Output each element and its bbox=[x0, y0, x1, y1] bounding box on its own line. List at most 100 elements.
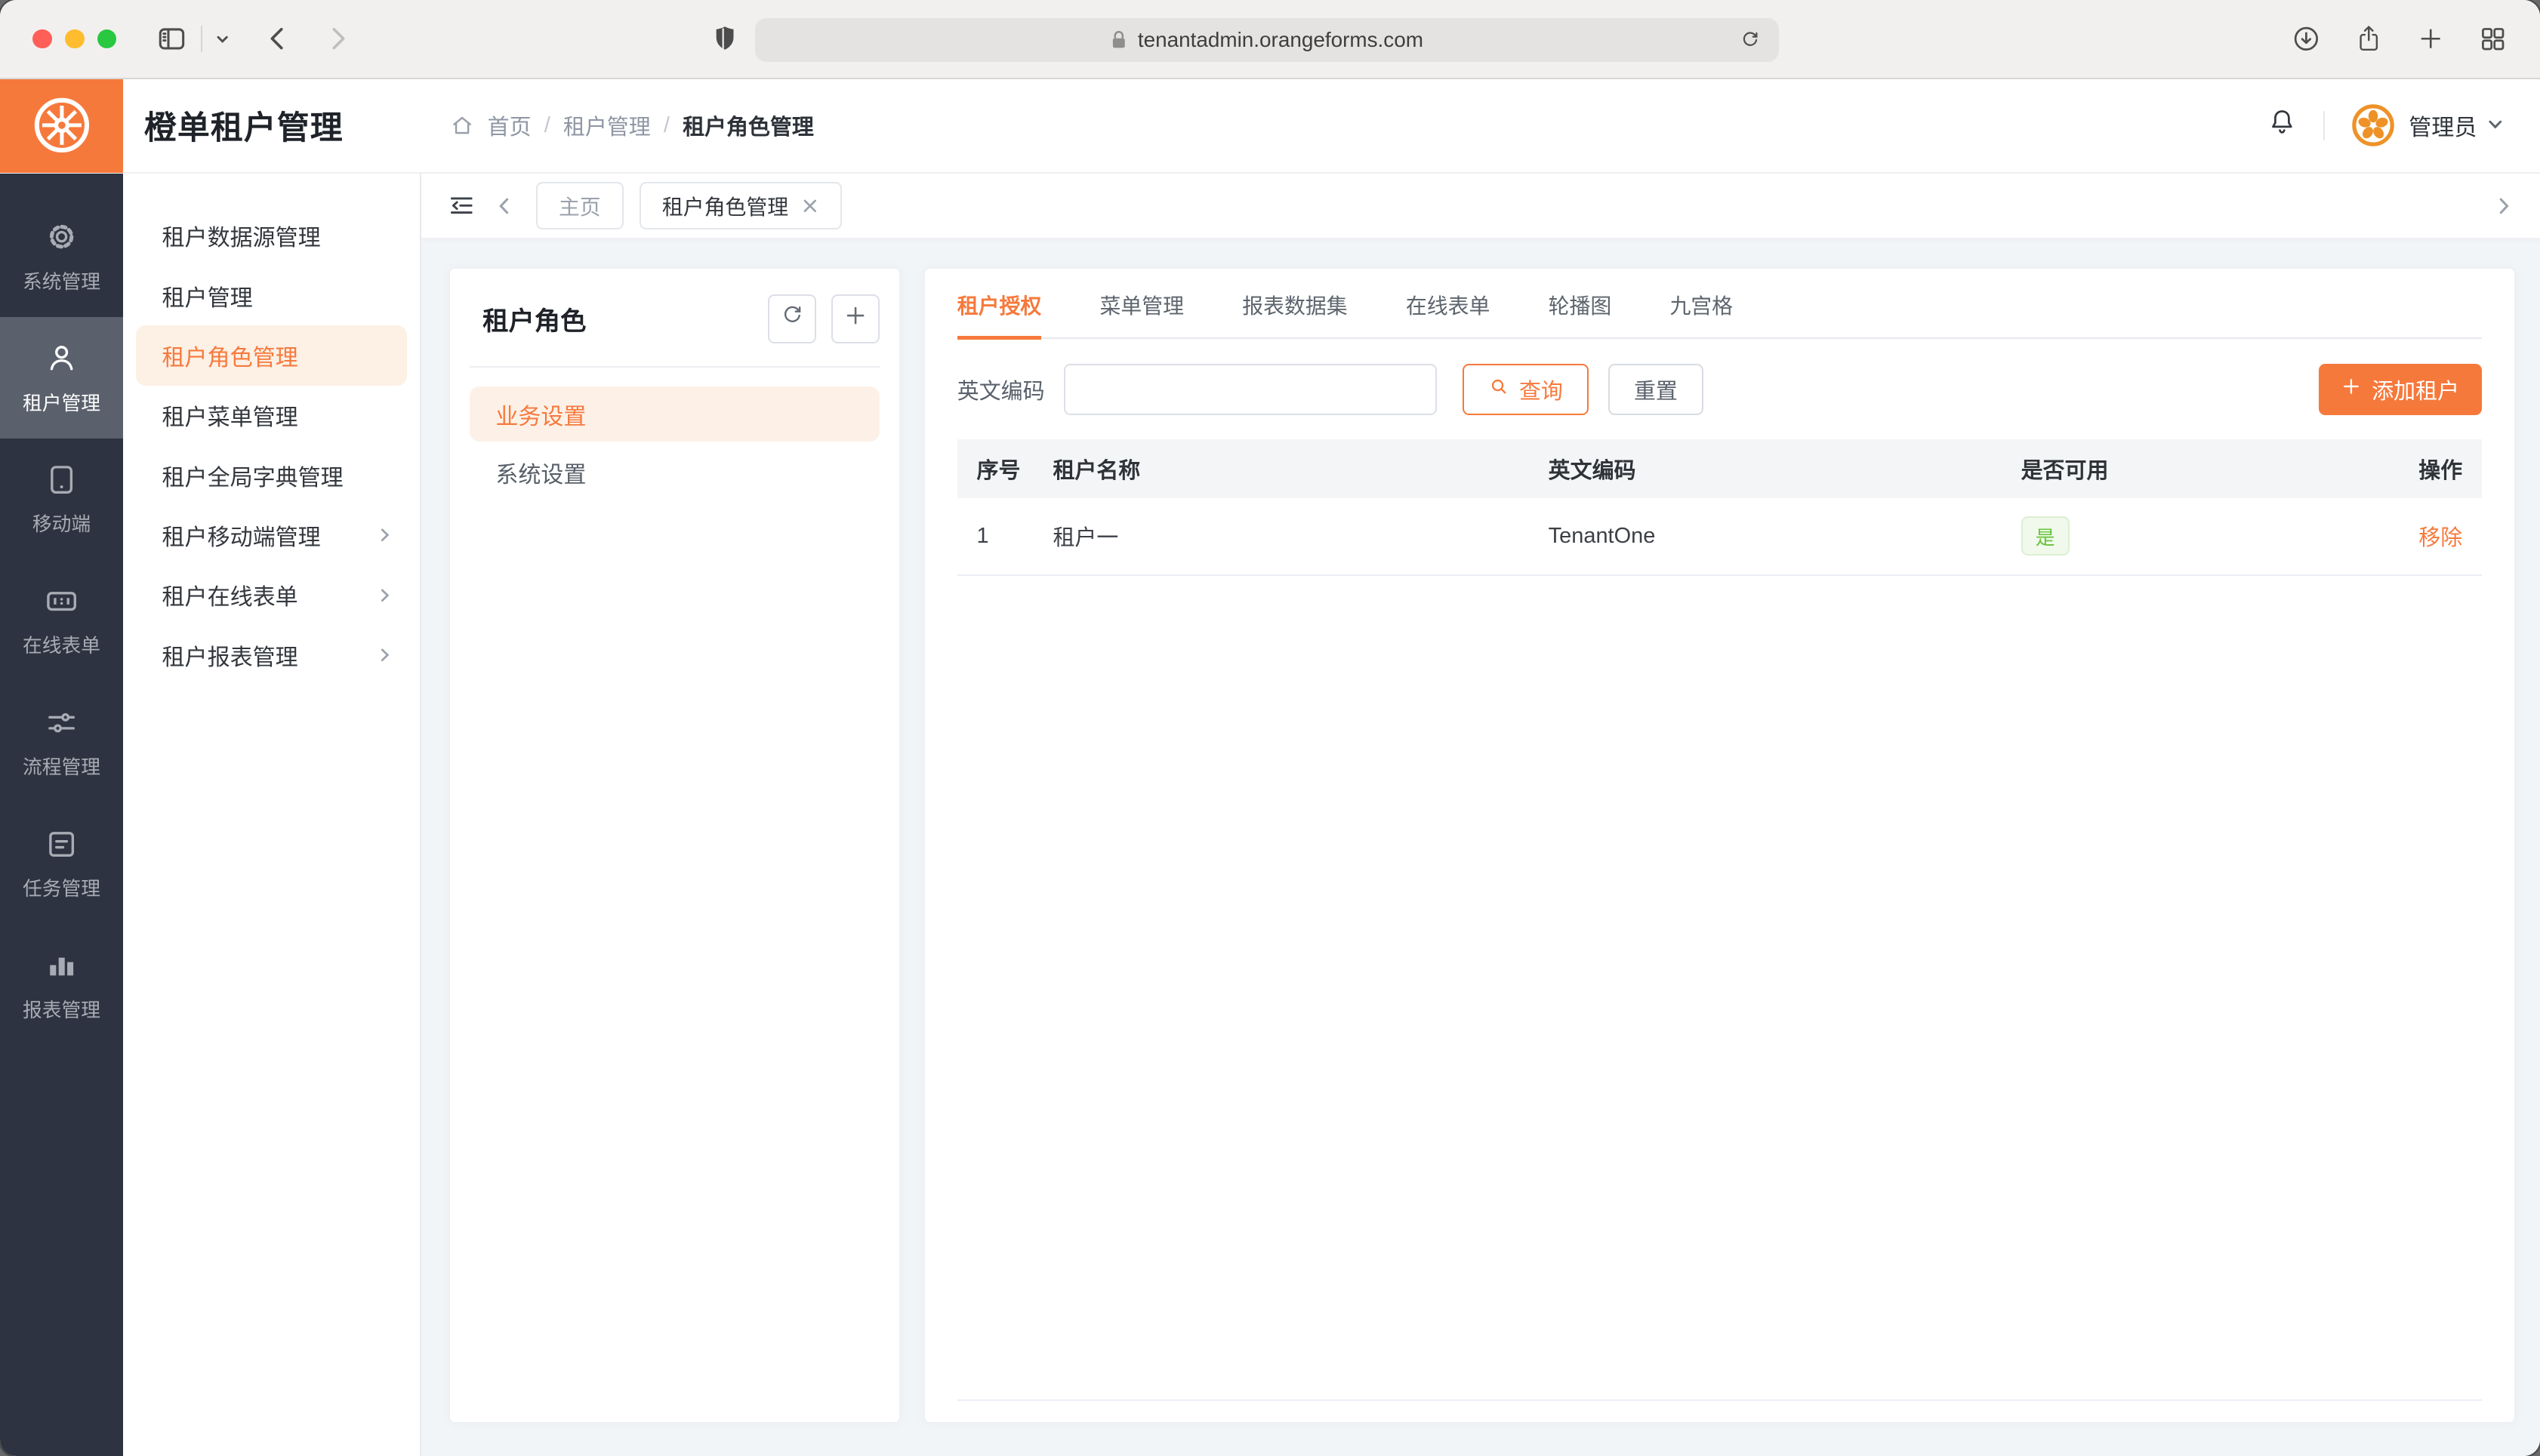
refresh-button[interactable] bbox=[768, 294, 816, 343]
orange-wheel-icon bbox=[29, 93, 94, 158]
avatar[interactable] bbox=[2350, 103, 2396, 148]
menu-item-tenant-menu[interactable]: 租户菜单管理 bbox=[123, 386, 420, 445]
sidebar-item-online-form[interactable]: 在线表单 bbox=[0, 560, 123, 682]
search-toolbar: 英文编码 查询 重置 bbox=[957, 364, 2482, 416]
table-empty-space bbox=[957, 576, 2482, 1399]
tab-grid-nine[interactable]: 九宫格 bbox=[1669, 290, 1733, 338]
sidebar-item-workflow[interactable]: 流程管理 bbox=[0, 682, 123, 803]
tab-carousel[interactable]: 轮播图 bbox=[1549, 290, 1612, 338]
reload-icon[interactable] bbox=[1740, 29, 1761, 51]
remove-link[interactable]: 移除 bbox=[2418, 526, 2462, 550]
tab-home[interactable]: 主页 bbox=[536, 182, 624, 229]
divider bbox=[2323, 111, 2325, 140]
close-icon[interactable] bbox=[801, 197, 819, 215]
sidebar-item-reports[interactable]: 报表管理 bbox=[0, 925, 123, 1046]
sidebar-item-label: 移动端 bbox=[32, 509, 91, 537]
share-icon[interactable] bbox=[2355, 23, 2382, 54]
refresh-icon bbox=[780, 303, 804, 334]
sidebar-item-label: 报表管理 bbox=[23, 995, 100, 1023]
add-tenant-button[interactable]: 添加租户 bbox=[2319, 364, 2482, 416]
forward-button[interactable] bbox=[327, 26, 350, 51]
gear-icon bbox=[44, 219, 79, 254]
address-bar[interactable]: tenantadmin.orangeforms.com bbox=[755, 18, 1779, 62]
menu-item-tenant-role[interactable]: 租户角色管理 bbox=[136, 325, 406, 385]
tab-online-form[interactable]: 在线表单 bbox=[1406, 290, 1490, 338]
traffic-lights bbox=[32, 29, 117, 49]
bar-chart-icon bbox=[44, 948, 79, 983]
screen: tenantadmin.orangeforms.com bbox=[0, 0, 2540, 1456]
sidebar-item-tenant[interactable]: 租户管理 bbox=[0, 317, 123, 439]
menu-fold-icon[interactable] bbox=[447, 191, 476, 220]
row-tenant-code: TenantOne bbox=[1529, 524, 2002, 549]
col-header-name: 租户名称 bbox=[1034, 453, 1529, 485]
sidebar-toggle-icon[interactable] bbox=[156, 23, 188, 55]
tab-overview-icon[interactable] bbox=[2478, 24, 2508, 54]
page-tabbar: 主页 租户角色管理 bbox=[421, 174, 2540, 240]
menu-item-global-dict[interactable]: 租户全局字典管理 bbox=[123, 445, 420, 505]
user-chevron-down-icon[interactable] bbox=[2486, 111, 2505, 140]
sidebar-item-label: 系统管理 bbox=[23, 266, 100, 294]
tabs-scroll-right-icon[interactable] bbox=[2493, 195, 2514, 217]
user-icon bbox=[44, 340, 79, 376]
sidebar-item-system[interactable]: 系统管理 bbox=[0, 196, 123, 318]
sidebar-item-tasks[interactable]: 任务管理 bbox=[0, 803, 123, 925]
sidebar-item-label: 租户管理 bbox=[23, 388, 100, 416]
tab-menu-mgmt[interactable]: 菜单管理 bbox=[1100, 290, 1185, 338]
plus-icon bbox=[843, 303, 868, 334]
table-header: 序号 租户名称 英文编码 是否可用 操作 bbox=[957, 439, 2482, 497]
url-text: tenantadmin.orangeforms.com bbox=[1138, 28, 1423, 52]
tab-report-dataset[interactable]: 报表数据集 bbox=[1242, 290, 1347, 338]
zoom-window-button[interactable] bbox=[97, 29, 117, 49]
notification-bell-icon[interactable] bbox=[2267, 106, 2298, 145]
user-name[interactable]: 管理员 bbox=[2409, 109, 2477, 142]
secondary-sidebar: 租户数据源管理 租户管理 租户角色管理 租户菜单管理 租户全局字典管理 租户移动… bbox=[123, 174, 421, 1456]
menu-item-datasource[interactable]: 租户数据源管理 bbox=[123, 205, 420, 265]
sidebar-chevron-down-icon[interactable] bbox=[215, 32, 230, 46]
query-button[interactable]: 查询 bbox=[1463, 364, 1589, 416]
detail-panel: 租户授权 菜单管理 报表数据集 在线表单 轮播图 九宫格 英文编码 bbox=[923, 267, 2516, 1424]
reset-button[interactable]: 重置 bbox=[1608, 364, 1703, 416]
minimize-window-button[interactable] bbox=[65, 29, 85, 49]
menu-item-tenant-report[interactable]: 租户报表管理 bbox=[123, 625, 420, 685]
home-icon bbox=[450, 113, 474, 137]
breadcrumb-home[interactable]: 首页 bbox=[488, 109, 532, 141]
back-button[interactable] bbox=[266, 26, 288, 51]
lock-icon bbox=[1110, 29, 1128, 51]
primary-sidebar: 系统管理 租户管理 移动端 bbox=[0, 174, 123, 1456]
sliders-icon bbox=[44, 705, 79, 740]
sidebar-item-mobile[interactable]: 移动端 bbox=[0, 439, 123, 560]
sidebar-item-label: 在线表单 bbox=[23, 630, 100, 658]
role-panel-title: 租户角色 bbox=[482, 300, 586, 337]
col-header-actions: 操作 bbox=[2322, 453, 2482, 485]
col-header-enabled: 是否可用 bbox=[2002, 453, 2322, 485]
tab-tenant-auth[interactable]: 租户授权 bbox=[957, 290, 1042, 338]
search-field-label: 英文编码 bbox=[957, 374, 1045, 405]
document-icon bbox=[44, 827, 79, 862]
app-header: 橙单租户管理 首页 / 租户管理 / 租户角色管理 bbox=[0, 79, 2540, 173]
row-actions: 移除 bbox=[2322, 520, 2482, 552]
role-item-system[interactable]: 系统设置 bbox=[470, 445, 880, 500]
breadcrumb-tenant[interactable]: 租户管理 bbox=[563, 109, 651, 141]
row-tenant-name: 租户一 bbox=[1034, 520, 1529, 552]
privacy-shield-icon[interactable] bbox=[713, 23, 737, 54]
close-window-button[interactable] bbox=[32, 29, 52, 49]
breadcrumb: 首页 / 租户管理 / 租户角色管理 bbox=[450, 109, 813, 141]
form-ratio-icon bbox=[44, 583, 79, 619]
row-enabled: 是 bbox=[2002, 516, 2322, 555]
plus-icon bbox=[2341, 376, 2362, 403]
sidebar-item-label: 任务管理 bbox=[23, 873, 100, 901]
role-item-business[interactable]: 业务设置 bbox=[470, 386, 880, 442]
menu-item-tenant-mobile[interactable]: 租户移动端管理 bbox=[123, 505, 420, 565]
menu-item-tenant-online-form[interactable]: 租户在线表单 bbox=[123, 565, 420, 625]
downloads-icon[interactable] bbox=[2291, 23, 2322, 54]
app-logo[interactable] bbox=[0, 78, 123, 172]
add-role-button[interactable] bbox=[831, 294, 880, 343]
search-icon bbox=[1488, 376, 1509, 403]
tabs-scroll-left-icon[interactable] bbox=[494, 195, 515, 217]
breadcrumb-current: 租户角色管理 bbox=[683, 109, 814, 141]
tab-tenant-role[interactable]: 租户角色管理 bbox=[640, 182, 842, 229]
menu-item-tenant[interactable]: 租户管理 bbox=[123, 266, 420, 325]
new-tab-icon[interactable] bbox=[2417, 25, 2444, 52]
browser-toolbar: tenantadmin.orangeforms.com bbox=[0, 0, 2540, 79]
search-input[interactable] bbox=[1064, 364, 1436, 416]
